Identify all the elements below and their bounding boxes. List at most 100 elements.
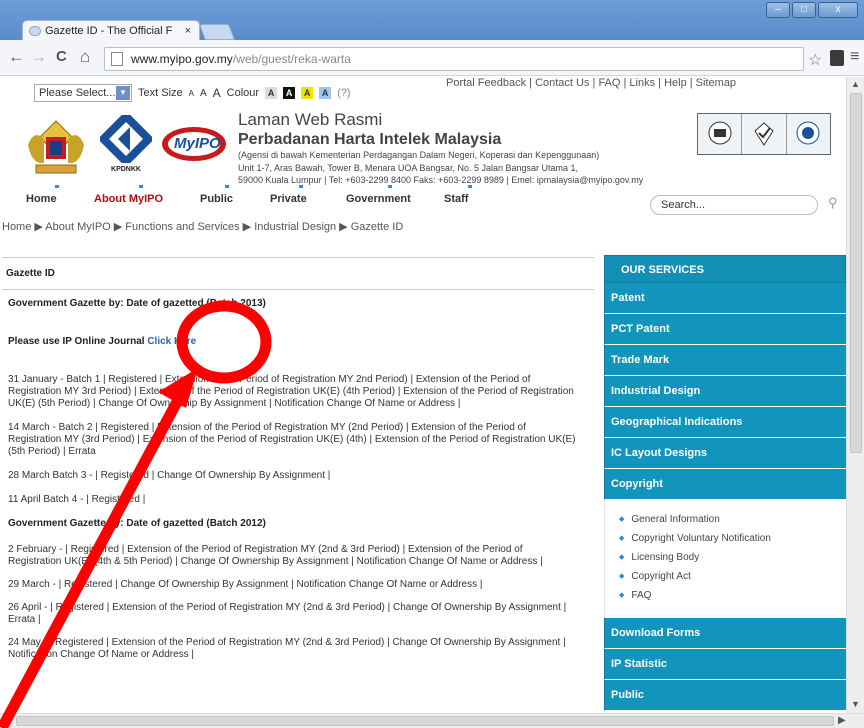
menu-icon[interactable]: ≡	[850, 48, 859, 66]
tab-title: Gazette ID - The Official F	[45, 25, 173, 37]
page-icon	[111, 52, 123, 66]
select-value: Please Select...	[39, 87, 116, 99]
colour-swatch-grey[interactable]: A	[265, 87, 278, 99]
batch-1-entry[interactable]: 31 January - Batch 1 | Registered | Exte…	[8, 374, 576, 410]
help-link[interactable]: (?)	[337, 87, 350, 99]
sidebar-item-public[interactable]: Public	[604, 680, 846, 711]
colour-swatch-yellow[interactable]: A	[301, 87, 314, 99]
vertical-scrollbar[interactable]: ▲ ▼	[846, 77, 864, 713]
myipo-logo-text: MyIPO	[174, 135, 221, 152]
text-size-label: Text Size	[138, 87, 183, 99]
batch-3-entry[interactable]: 28 March Batch 3 - | Registered | Change…	[8, 470, 576, 482]
colour-label: Colour	[226, 87, 260, 99]
language-select[interactable]: Please Select... ▼	[34, 84, 132, 102]
colour-swatch-blue[interactable]: A	[319, 87, 332, 99]
home-icon[interactable]: ⌂	[80, 48, 90, 66]
accessibility-controls: Please Select... ▼ Text Size A A A Colour…	[34, 83, 351, 103]
favicon-icon	[29, 26, 41, 36]
sidebar-item-download-forms[interactable]: Download Forms	[604, 618, 846, 649]
colour-swatch-black[interactable]: A	[283, 87, 296, 99]
submenu-faq[interactable]: FAQ	[619, 586, 846, 605]
browser-tab[interactable]: Gazette ID - The Official F ×	[22, 20, 200, 42]
new-tab-button[interactable]	[199, 24, 235, 40]
gazette-2012-heading: Government Gazette by: Date of gazetted …	[8, 518, 266, 529]
nav-home[interactable]: Home	[22, 185, 88, 205]
scroll-up-icon[interactable]: ▲	[851, 79, 860, 89]
click-here-link[interactable]: Click Here	[147, 336, 196, 347]
nav-government[interactable]: Government	[338, 185, 438, 205]
batch-4-entry[interactable]: 11 April Batch 4 - | Registered |	[8, 494, 576, 506]
forward-icon[interactable]: →	[30, 48, 47, 66]
kpdnkk-logo: KPDNKK	[97, 110, 155, 177]
services-sidebar: OUR SERVICES Patent PCT Patent Trade Mar…	[604, 255, 846, 713]
maximize-button[interactable]: □	[792, 2, 816, 18]
submenu-licensing-body[interactable]: Licensing Body	[619, 548, 846, 567]
nav-staff[interactable]: Staff	[438, 185, 498, 205]
sidebar-item-geographical-indications[interactable]: Geographical Indications	[604, 407, 846, 438]
sidebar-item-patent[interactable]: Patent	[604, 283, 846, 314]
back-icon[interactable]: ←	[8, 48, 25, 66]
extension-icon[interactable]	[830, 50, 844, 66]
url-host: www.myipo.gov.my	[131, 52, 233, 66]
search-input[interactable]: Search...	[650, 195, 818, 215]
sirim-iso-badge-icon	[698, 114, 743, 154]
sidebar-item-industrial-design[interactable]: Industrial Design	[604, 376, 846, 407]
apr-entry[interactable]: 26 April - | Registered | Extension of t…	[8, 602, 576, 626]
sidebar-header: OUR SERVICES	[604, 255, 846, 283]
sidebar-item-ip-statistic[interactable]: IP Statistic	[604, 649, 846, 680]
url-path: /web/guest/reka-warta	[232, 52, 351, 66]
main-content: Gazette ID Government Gazette by: Date o…	[2, 257, 594, 661]
kpdnkk-label: KPDNKK	[111, 166, 141, 173]
submenu-copyright-voluntary-notification[interactable]: Copyright Voluntary Notification	[619, 529, 846, 548]
myipo-logo: MyIPO	[160, 123, 228, 165]
reload-icon[interactable]: C	[56, 48, 67, 66]
batch-2-entry[interactable]: 14 March - Batch 2 | Registered | Extens…	[8, 422, 576, 458]
horizontal-scrollbar[interactable]: ◀ ▶	[0, 713, 864, 728]
ip-journal-line: Please use IP Online Journal Click Here	[8, 336, 576, 348]
sidebar-item-pct-patent[interactable]: PCT Patent	[604, 314, 846, 345]
site-title: Laman Web Rasmi	[238, 110, 383, 129]
top-links[interactable]: Portal Feedback | Contact Us | FAQ | Lin…	[446, 77, 736, 89]
nav-private[interactable]: Private	[260, 185, 338, 205]
may-entry[interactable]: 24 May - | Registered | Extension of the…	[8, 637, 576, 661]
scrollbar-thumb[interactable]	[850, 93, 862, 453]
nav-about-myipo[interactable]: About MyIPO	[88, 185, 190, 205]
divider	[2, 257, 594, 258]
hscrollbar-thumb[interactable]	[16, 716, 834, 726]
malaysia-coat-of-arms-logo	[28, 120, 84, 174]
text-size-medium[interactable]: A	[200, 88, 207, 99]
breadcrumb[interactable]: Home ▶ About MyIPO ▶ Functions and Servi…	[2, 220, 403, 233]
mar-entry[interactable]: 29 March - | Registered | Change Of Owne…	[8, 579, 576, 591]
web-page: Portal Feedback | Contact Us | FAQ | Lin…	[0, 77, 846, 713]
tab-close-icon[interactable]: ×	[185, 21, 191, 41]
agency-note: (Agensi di bawah Kementerian Perdagangan…	[238, 150, 600, 160]
certification-badges	[697, 113, 831, 155]
bookmark-star-icon[interactable]: ☆	[808, 50, 822, 70]
address-bar[interactable]: www.myipo.gov.my/web/guest/reka-warta	[104, 47, 804, 71]
window-titlebar: Gazette ID - The Official F × – □ x	[0, 0, 864, 42]
submenu-general-information[interactable]: General Information	[619, 510, 846, 529]
copyright-submenu: General Information Copyright Voluntary …	[604, 500, 846, 618]
browser-toolbar: ← → C ⌂ www.myipo.gov.my/web/guest/reka-…	[0, 40, 864, 76]
search-icon[interactable]: ⚲	[828, 195, 838, 211]
nav-public[interactable]: Public	[190, 185, 260, 205]
scroll-left-icon[interactable]: ◀	[3, 715, 11, 726]
sidebar-item-ic-layout-designs[interactable]: IC Layout Designs	[604, 438, 846, 469]
submenu-copyright-act[interactable]: Copyright Act	[619, 567, 846, 586]
close-window-button[interactable]: x	[818, 2, 858, 18]
sidebar-item-trade-mark[interactable]: Trade Mark	[604, 345, 846, 376]
sirim-ohsas-badge-icon	[787, 114, 830, 154]
scroll-down-icon[interactable]: ▼	[851, 699, 860, 709]
minimize-button[interactable]: –	[766, 2, 790, 18]
feb-entry[interactable]: 2 February - | Registered | Extension of…	[8, 544, 576, 568]
main-nav: Home About MyIPO Public Private Governme…	[22, 185, 498, 205]
ip-journal-text: Please use IP Online Journal	[8, 336, 145, 347]
gazette-2013-heading: Government Gazette by: Date of gazetted …	[8, 298, 266, 309]
sidebar-item-copyright[interactable]: Copyright	[604, 469, 846, 500]
chevron-down-icon: ▼	[116, 86, 130, 100]
page-title: Gazette ID	[6, 268, 55, 279]
scroll-right-icon[interactable]: ▶	[838, 715, 846, 726]
text-size-small[interactable]: A	[189, 89, 194, 98]
text-size-large[interactable]: A	[213, 86, 221, 100]
address-line-1: Unit 1-7, Aras Bawah, Tower B, Menara UO…	[238, 163, 579, 173]
